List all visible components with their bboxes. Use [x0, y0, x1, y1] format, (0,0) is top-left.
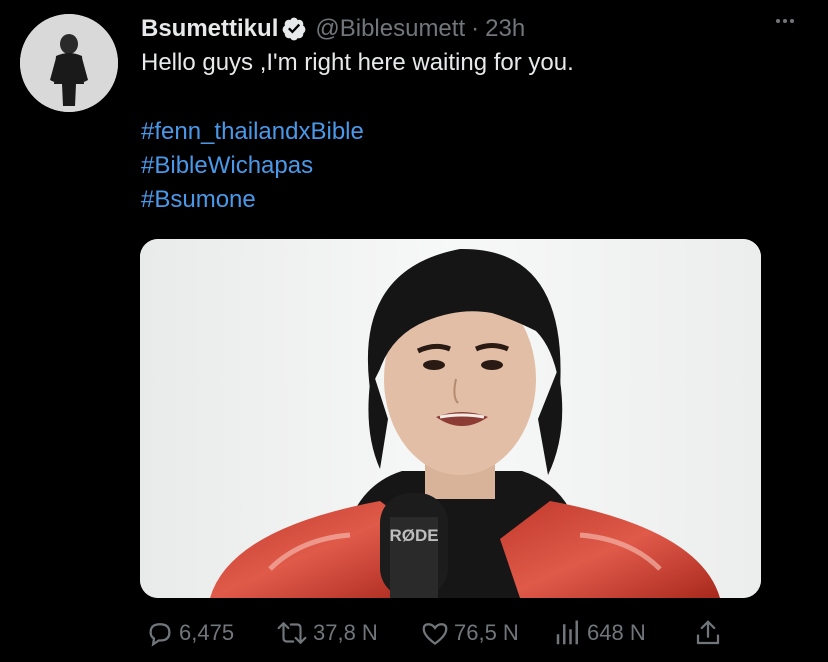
tweet-header: Bsumettikul @Biblesumett · 23h	[141, 13, 525, 45]
hashtag-link[interactable]: #Bsumone	[141, 183, 364, 217]
like-button[interactable]: 76,5 N	[420, 618, 519, 648]
hashtag-list: #fenn_thailandxBible #BibleWichapas #Bsu…	[141, 115, 364, 217]
like-count: 76,5 N	[454, 620, 519, 645]
author-avatar[interactable]	[20, 14, 118, 112]
microphone-brand-label: RØDE	[389, 526, 438, 545]
verified-badge-icon	[282, 17, 306, 41]
author-handle[interactable]: @Biblesumett	[315, 13, 465, 45]
hashtag-link[interactable]: #fenn_thailandxBible	[141, 115, 364, 149]
reply-count: 6,475	[179, 620, 235, 645]
header-separator: ·	[471, 15, 480, 42]
retweet-count: 37,8 N	[313, 620, 378, 645]
reply-bubble-icon	[149, 623, 171, 647]
bar-chart-icon	[556, 620, 578, 645]
views-button[interactable]: 648 N	[553, 618, 646, 648]
share-upload-icon	[696, 620, 720, 645]
view-count: 648 N	[587, 620, 646, 645]
share-button[interactable]	[693, 618, 727, 648]
more-dots-icon[interactable]	[776, 19, 794, 23]
tweet-action-bar: 6,475 37,8 N 76,5 N 648 N	[145, 618, 745, 648]
tweet-text: Hello guys ,I'm right here waiting for y…	[141, 49, 574, 76]
tweet-timestamp[interactable]: 23h	[485, 13, 525, 45]
tweet-media-video[interactable]: RØDE	[140, 239, 761, 598]
reply-button[interactable]: 6,475	[145, 618, 234, 648]
hashtag-link[interactable]: #BibleWichapas	[141, 149, 364, 183]
author-display-name[interactable]: Bsumettikul	[141, 13, 278, 45]
retweet-icon	[277, 622, 307, 644]
heart-icon	[422, 623, 448, 646]
retweet-button[interactable]: 37,8 N	[275, 618, 378, 648]
